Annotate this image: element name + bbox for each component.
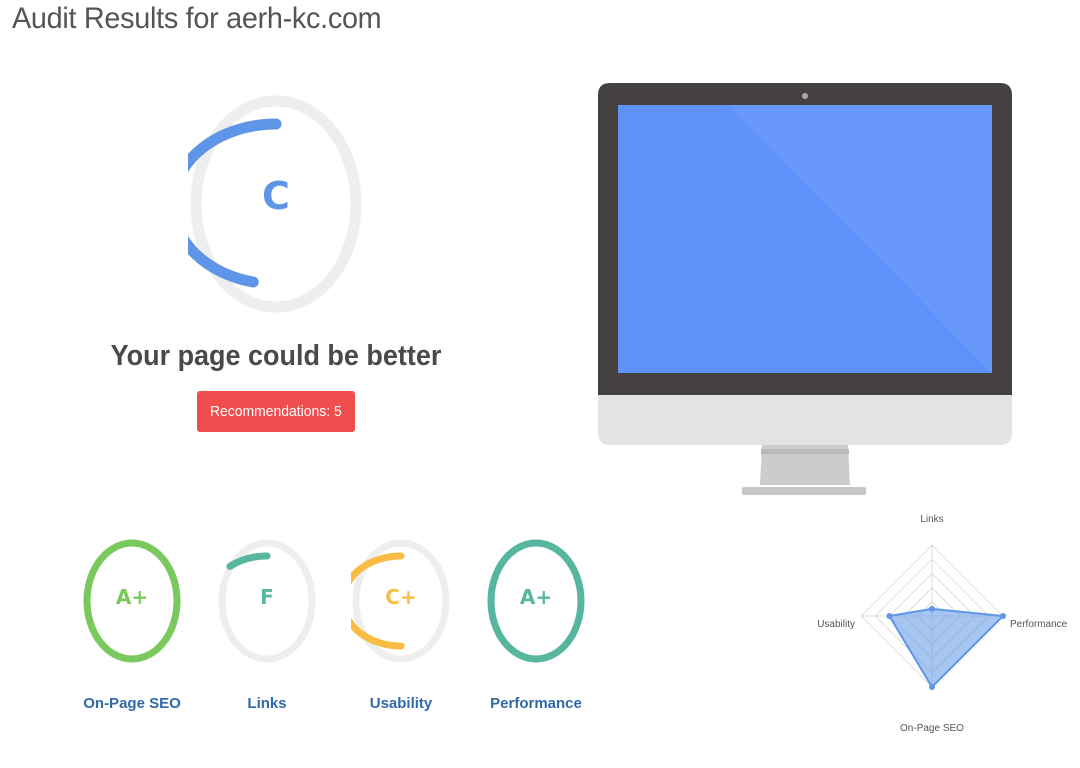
- radar-point-on-page-seo: [929, 684, 935, 690]
- category-grade: A+: [519, 585, 553, 609]
- monitor-chin: [598, 395, 1012, 445]
- category-links: F Links: [217, 538, 317, 723]
- page-title: Audit Results for aerh-kc.com: [12, 2, 382, 35]
- radar-chart: Links Performance On-Page SEO Usability: [810, 506, 1072, 738]
- radar-data-area: [887, 607, 1006, 689]
- category-performance: A+ Performance: [486, 538, 586, 723]
- radar-point-performance: [1000, 613, 1006, 619]
- overall-grade: C: [262, 174, 290, 218]
- radar-axis-label-links: Links: [920, 514, 943, 525]
- category-grade: A+: [115, 585, 149, 609]
- webcam-dot: [802, 93, 808, 99]
- recommendations-button-label: Recommendations: 5: [210, 403, 342, 420]
- radar-chart-svg: Links Performance On-Page SEO Usability: [817, 514, 1068, 734]
- recommendations-button[interactable]: Recommendations: 5: [197, 391, 355, 432]
- category-on-page-seo: A+ On-Page SEO: [82, 538, 182, 723]
- radar-axis-label-performance: Performance: [1010, 619, 1068, 630]
- category-grade: C+: [385, 585, 417, 609]
- radar-axis-label-on-page-seo: On-Page SEO: [900, 723, 964, 734]
- neck-shadow: [761, 449, 849, 454]
- monitor-base: [742, 487, 866, 495]
- radar-point-links: [929, 605, 935, 612]
- category-usability: C+ Usability: [351, 538, 451, 723]
- category-link-performance[interactable]: Performance: [456, 695, 616, 712]
- radar-axis-label-usability: Usability: [817, 619, 855, 630]
- radar-point-usability: [886, 613, 893, 619]
- monitor-illustration: [598, 83, 1012, 497]
- overall-score-gauge: C: [188, 94, 364, 315]
- summary-heading: Your page could be better: [110, 340, 442, 372]
- category-grade: F: [260, 585, 274, 609]
